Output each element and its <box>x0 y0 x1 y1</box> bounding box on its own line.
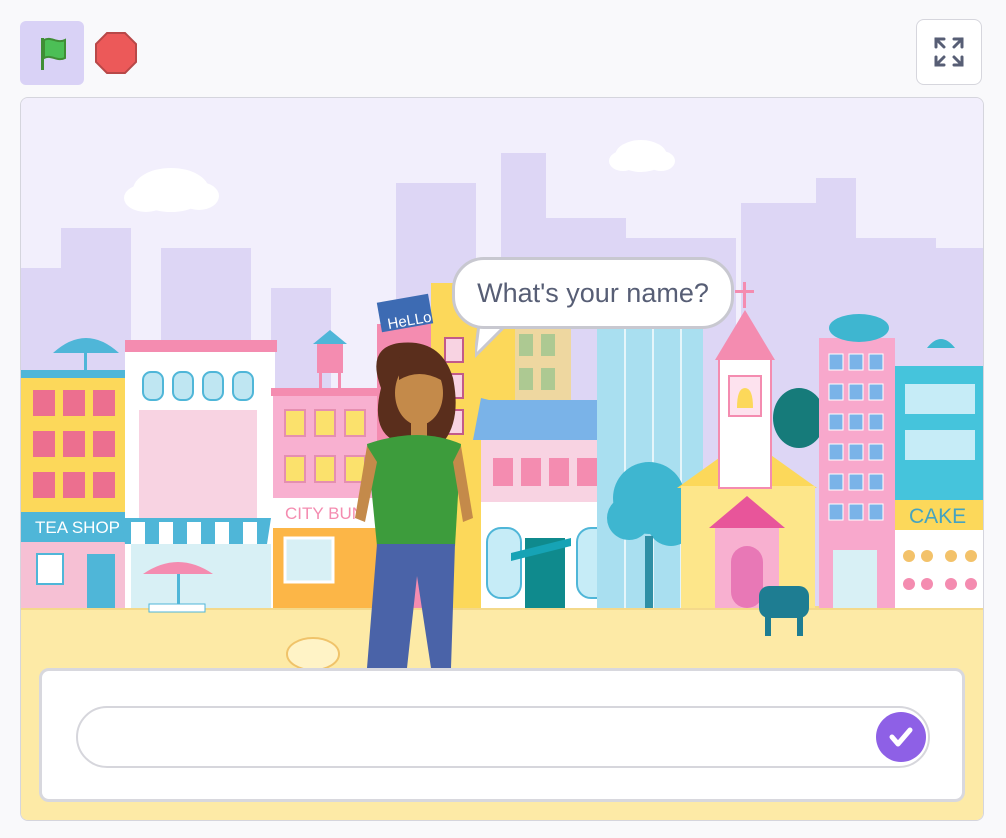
green-flag-button[interactable] <box>20 21 84 85</box>
check-icon <box>889 727 913 747</box>
city-bun-sign: CITY BUN <box>285 504 364 523</box>
speech-bubble-tail <box>475 324 509 358</box>
answer-input[interactable] <box>76 706 930 768</box>
stage[interactable]: TEA SHOP CITY BUN HeLLo CAKE What's your… <box>20 97 984 821</box>
cake-sign: CAKE <box>909 505 966 528</box>
speech-bubble: What's your name? <box>452 257 734 329</box>
green-flag-icon <box>41 37 66 70</box>
tea-shop-sign: TEA SHOP <box>35 518 120 537</box>
fullscreen-button[interactable] <box>916 19 982 85</box>
fullscreen-icon <box>934 37 964 67</box>
ask-prompt <box>39 668 965 802</box>
submit-answer-button[interactable] <box>876 712 926 762</box>
stop-button[interactable] <box>94 31 138 75</box>
stop-sign-icon <box>95 32 137 74</box>
